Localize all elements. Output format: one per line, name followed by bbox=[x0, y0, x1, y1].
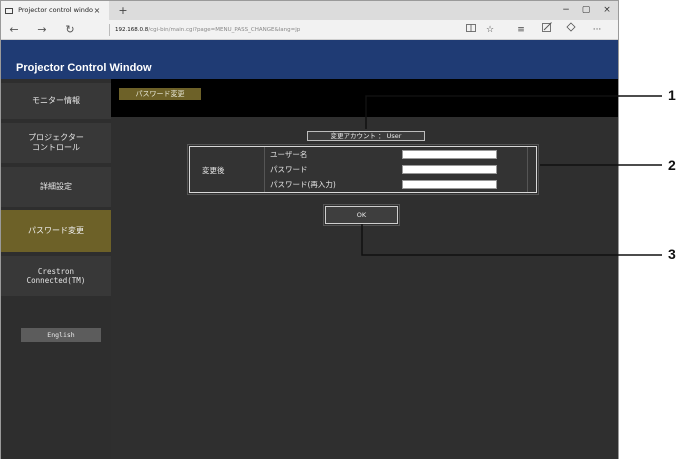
sidebar-item-label-line1: プロジェクター bbox=[28, 133, 84, 142]
account-label: 変更アカウント ： User bbox=[307, 131, 425, 141]
app-header-band bbox=[1, 40, 618, 59]
sidebar-item-label-line2: Connected(TM) bbox=[26, 276, 86, 285]
divider bbox=[527, 147, 528, 192]
username-field[interactable] bbox=[402, 150, 497, 159]
new-tab-button[interactable]: + bbox=[117, 1, 129, 20]
password-confirm-label: パスワード(再入力) bbox=[270, 180, 336, 189]
tab-title: Projector control windo bbox=[18, 6, 93, 14]
sidebar-item-detailed-settings[interactable]: 詳細設定 bbox=[1, 167, 111, 207]
password-confirm-field[interactable] bbox=[402, 180, 497, 189]
ok-button[interactable]: OK bbox=[323, 204, 400, 226]
tab-bar: Projector control windo × + − ▢ × bbox=[1, 1, 618, 20]
url-field[interactable]: 192.168.0.8/cgi-bin/main.cgi?page=MENU_P… bbox=[109, 24, 300, 36]
sidebar-item-label: 詳細設定 bbox=[40, 182, 72, 191]
username-label: ユーザー名 bbox=[270, 150, 308, 159]
refresh-button[interactable]: ↻ bbox=[61, 20, 79, 40]
book-icon[interactable] bbox=[463, 20, 479, 40]
sidebar-item-label-line2: コントロール bbox=[32, 143, 80, 152]
main-panel: パスワード変更 変更アカウント ： User 変更後 ユーザー名 パスワード パ… bbox=[111, 79, 618, 459]
sidebar-item-crestron[interactable]: Crestron Connected(TM) bbox=[1, 256, 111, 296]
sidebar-item-projector-control[interactable]: プロジェクター コントロール bbox=[1, 123, 111, 163]
url-path: /cgi-bin/main.cgi?page=MENU_PASS_CHANGE&… bbox=[148, 27, 301, 33]
maximize-button[interactable]: ▢ bbox=[577, 1, 595, 20]
more-menu-button[interactable]: ··· bbox=[589, 20, 605, 40]
page-icon bbox=[5, 7, 13, 14]
forward-button[interactable]: → bbox=[33, 20, 51, 40]
sidebar-item-label-line1: Crestron bbox=[37, 266, 75, 276]
after-change-label: 変更後 bbox=[202, 166, 225, 175]
minimize-button[interactable]: − bbox=[557, 1, 575, 20]
url-host: 192.168.0.8 bbox=[115, 27, 149, 33]
divider bbox=[264, 147, 265, 192]
main-top-band: パスワード変更 bbox=[111, 79, 618, 117]
password-field[interactable] bbox=[402, 165, 497, 174]
callout-3: 3 bbox=[668, 246, 676, 262]
sidebar-item-label: モニター情報 bbox=[32, 96, 80, 105]
app-title: Projector Control Window bbox=[1, 58, 618, 79]
sidebar: モニター情報 プロジェクター コントロール 詳細設定 パスワード変更 Crest… bbox=[1, 79, 111, 459]
sidebar-item-label: パスワード変更 bbox=[28, 226, 84, 235]
sidebar-item-monitor-info[interactable]: モニター情報 bbox=[1, 83, 111, 119]
callout-2: 2 bbox=[668, 157, 676, 173]
password-form: 変更後 ユーザー名 パスワード パスワード(再入力) bbox=[187, 144, 539, 195]
password-label: パスワード bbox=[270, 165, 308, 174]
pen-icon[interactable] bbox=[539, 20, 555, 40]
address-bar: ← → ↻ 192.168.0.8/cgi-bin/main.cgi?page=… bbox=[1, 20, 618, 40]
back-button[interactable]: ← bbox=[5, 20, 23, 40]
tab-close-button[interactable]: × bbox=[91, 1, 103, 20]
hub-icon[interactable]: ≡ bbox=[513, 20, 529, 40]
tab-password-change[interactable]: パスワード変更 bbox=[119, 88, 201, 100]
english-button[interactable]: English bbox=[21, 328, 101, 342]
share-icon[interactable] bbox=[563, 20, 579, 40]
browser-window: Projector control windo × + − ▢ × ← → ↻ … bbox=[0, 0, 619, 459]
callout-1: 1 bbox=[668, 87, 676, 103]
close-window-button[interactable]: × bbox=[598, 1, 616, 20]
star-icon[interactable]: ☆ bbox=[482, 20, 498, 40]
sidebar-item-password-change[interactable]: パスワード変更 bbox=[1, 210, 111, 252]
